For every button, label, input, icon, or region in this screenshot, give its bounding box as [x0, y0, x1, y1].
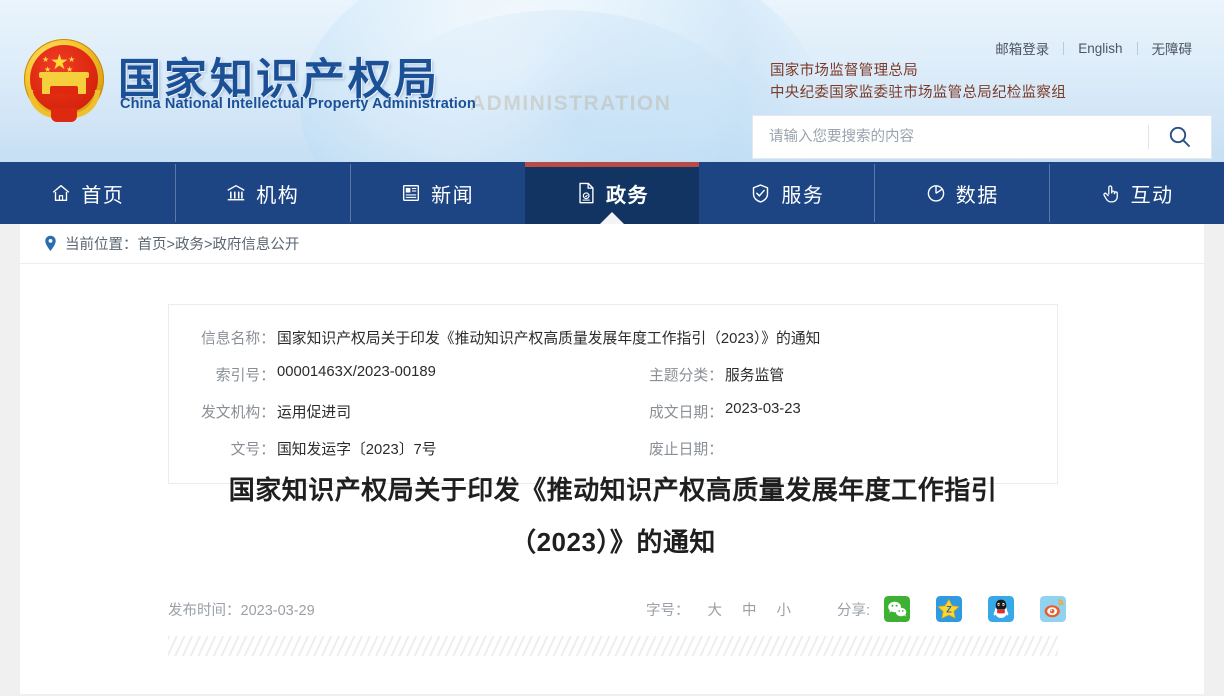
search-input[interactable]: [753, 116, 1148, 158]
header-watermark-text: ADMINISTRATION: [470, 92, 672, 115]
document-info-table: 信息名称： 国家知识产权局关于印发《推动知识产权高质量发展年度工作指引（2023…: [168, 304, 1058, 484]
document-seal-icon: [579, 182, 594, 204]
info-value-name: 国家知识产权局关于印发《推动知识产权高质量发展年度工作指引（2023）》的通知: [277, 331, 821, 347]
search-box: [752, 115, 1212, 159]
info-key-index: 索引号：: [215, 368, 275, 384]
info-key-category: 主题分类：: [649, 368, 723, 384]
info-key-issue-date: 成文日期：: [649, 405, 723, 421]
org-line-1: 国家市场监督管理总局: [770, 63, 918, 79]
font-size-large[interactable]: 大: [698, 599, 733, 620]
site-logo-english: China National Intellectual Property Adm…: [120, 96, 476, 112]
page-title-line-2: （2023）》的通知: [510, 527, 716, 557]
pie-chart-icon: [927, 185, 945, 202]
nav-item-services[interactable]: 服务: [699, 162, 874, 224]
nav-item-organization[interactable]: 机构: [174, 162, 350, 224]
info-key-name: 信息名称：: [201, 331, 275, 347]
share-icons: Z: [884, 596, 1067, 622]
nav-item-data[interactable]: 数据: [874, 162, 1049, 224]
link-email-login[interactable]: 邮箱登录: [981, 38, 1063, 58]
share-label: 分享:: [837, 602, 871, 619]
nav-label-home: 首页: [81, 184, 125, 207]
table-row: 索引号： 00001463X/2023-00189 主题分类： 服务监管: [169, 356, 1057, 393]
info-value-issue-date: 2023-03-23: [725, 401, 801, 417]
info-value-document-number: 国知发运字〔2023〕7号: [277, 442, 437, 458]
qq-share-icon[interactable]: [988, 596, 1015, 622]
shield-check-icon: [753, 183, 769, 203]
weibo-share-icon[interactable]: [1040, 596, 1067, 622]
bank-icon: [227, 184, 245, 201]
nav-item-interaction[interactable]: 互动: [1049, 162, 1224, 224]
publish-time: 发布时间：2023-03-29: [168, 602, 315, 619]
page-body: 当前位置：首页>政务>政府信息公开 信息名称： 国家知识产权局关于印发《推动知识…: [0, 224, 1224, 696]
location-pin-icon: [44, 235, 57, 252]
search-button[interactable]: [1149, 116, 1211, 158]
parent-organization-names: 国家市场监督管理总局 中央纪委国家监委驻市场监管总局纪检监察组: [770, 60, 1066, 104]
page-root: ADMINISTRATION ★ ★ ★ ★ ★ 国家知识产权局 China N…: [0, 0, 1224, 696]
nav-label-news: 新闻: [431, 184, 475, 207]
info-key-issuing-agency: 发文机构：: [201, 405, 275, 421]
national-emblem-icon: ★ ★ ★ ★ ★: [18, 36, 110, 128]
nav-label-interaction: 互动: [1130, 184, 1174, 207]
info-value-index: 00001463X/2023-00189: [277, 364, 436, 380]
nav-item-government-affairs[interactable]: 政务: [524, 162, 700, 225]
info-cell-expiry-date: 废止日期：: [639, 430, 1057, 467]
font-size-label: 字号：: [646, 602, 690, 619]
header-utility-links: 邮箱登录 English 无障碍: [981, 38, 1206, 58]
table-row: 文号： 国知发运字〔2023〕7号 废止日期：: [169, 430, 1057, 467]
article-content: 信息名称： 国家知识产权局关于印发《推动知识产权高质量发展年度工作指引（2023…: [20, 264, 1204, 694]
active-tab-topbar: [524, 162, 700, 167]
content-divider-stripes: [168, 636, 1058, 656]
info-cell-issuing-agency: 发文机构： 运用促进司: [169, 393, 639, 430]
page-title: 国家知识产权局关于印发《推动知识产权高质量发展年度工作指引 （2023）》的通知: [168, 464, 1058, 568]
main-navigation: 首页 机构 新闻 政务 服务 数据 互动: [0, 162, 1224, 225]
info-key-expiry-date: 废止日期：: [649, 442, 723, 458]
info-value-issuing-agency: 运用促进司: [277, 405, 351, 421]
nav-label-services: 服务: [781, 184, 825, 207]
page-title-line-1: 国家知识产权局关于印发《推动知识产权高质量发展年度工作指引: [228, 475, 998, 505]
site-header: ADMINISTRATION ★ ★ ★ ★ ★ 国家知识产权局 China N…: [0, 0, 1224, 162]
info-value-category: 服务监管: [725, 368, 785, 384]
nav-item-home[interactable]: 首页: [0, 162, 175, 224]
info-key-document-number: 文号：: [230, 442, 275, 458]
table-row: 发文机构： 运用促进司 成文日期： 2023-03-23: [169, 393, 1057, 430]
info-cell-document-number: 文号： 国知发运字〔2023〕7号: [169, 430, 639, 467]
home-icon: [53, 184, 70, 202]
hand-click-icon: [1102, 184, 1118, 202]
nav-item-news[interactable]: 新闻: [349, 162, 525, 224]
info-cell-index: 索引号： 00001463X/2023-00189: [169, 356, 639, 393]
article-meta-bar: 发布时间：2023-03-29 字号： 大 中 小 分享: Z: [168, 592, 1067, 626]
breadcrumb-text[interactable]: 当前位置：首页>政务>政府信息公开: [65, 233, 299, 254]
wechat-share-icon[interactable]: [884, 596, 911, 622]
breadcrumb: 当前位置：首页>政务>政府信息公开: [20, 224, 1204, 264]
info-cell-issue-date: 成文日期： 2023-03-23: [639, 393, 1057, 430]
info-cell-category: 主题分类： 服务监管: [639, 356, 1057, 393]
svg-text:Z: Z: [946, 605, 952, 615]
font-size-medium[interactable]: 中: [732, 599, 767, 620]
link-english[interactable]: English: [1064, 41, 1136, 56]
article-tools: 字号： 大 中 小 分享: Z: [646, 592, 1067, 626]
link-accessibility[interactable]: 无障碍: [1138, 38, 1207, 58]
nav-label-data: 数据: [955, 184, 999, 207]
nav-label-organization: 机构: [256, 184, 300, 207]
qzone-share-icon[interactable]: Z: [936, 596, 963, 622]
search-icon: [1169, 126, 1190, 147]
info-cell-name: 信息名称： 国家知识产权局关于印发《推动知识产权高质量发展年度工作指引（2023…: [169, 319, 820, 356]
table-row: 信息名称： 国家知识产权局关于印发《推动知识产权高质量发展年度工作指引（2023…: [169, 319, 1057, 356]
font-size-small[interactable]: 小: [767, 599, 802, 620]
org-line-2: 中央纪委国家监委驻市场监管总局纪检监察组: [770, 85, 1066, 101]
nav-label-government-affairs: 政务: [606, 184, 649, 207]
newspaper-icon: [403, 184, 420, 202]
